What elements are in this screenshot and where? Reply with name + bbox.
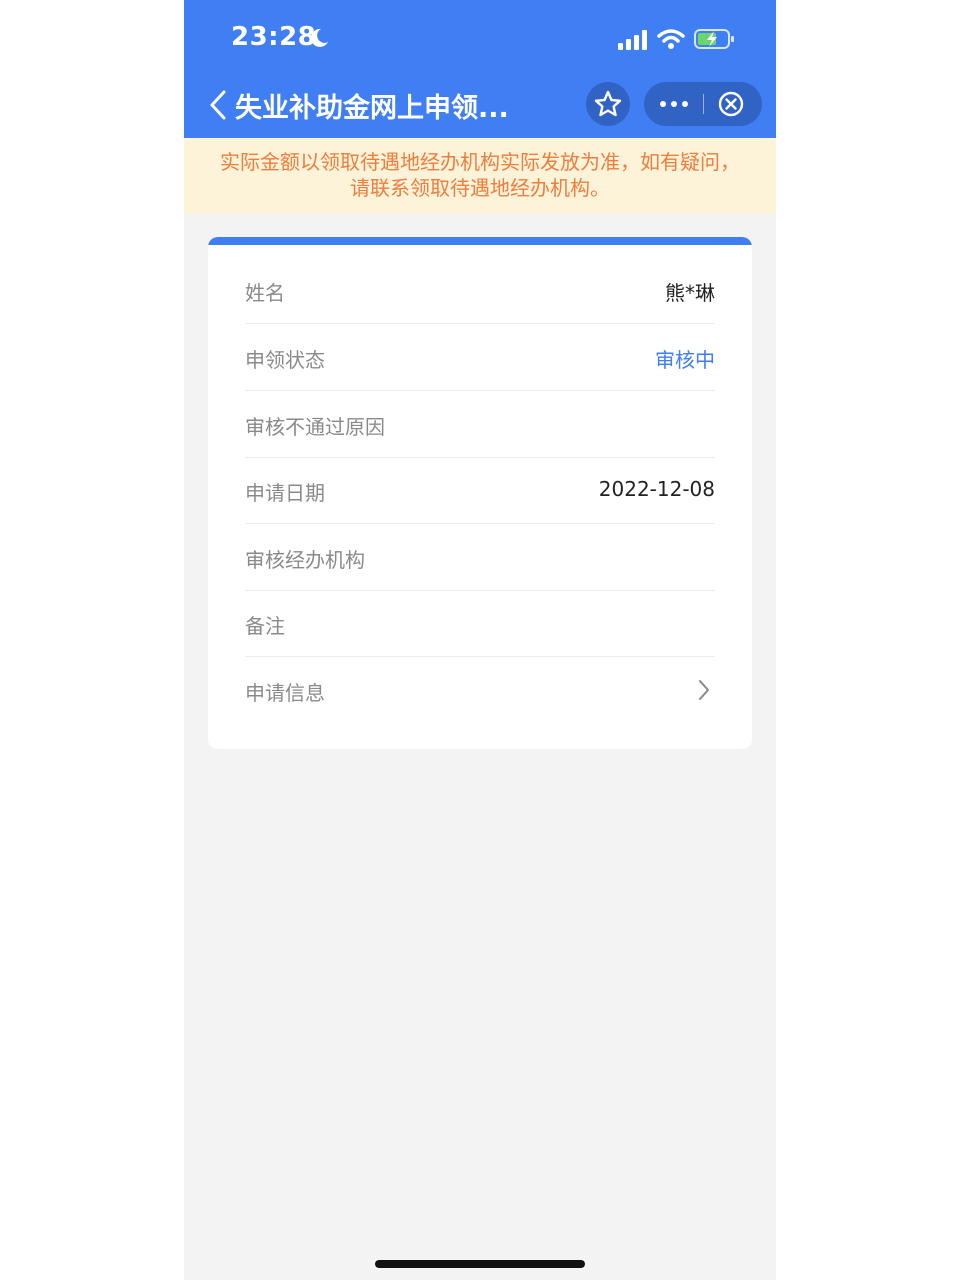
notice-banner: 实际金额以领取待遇地经办机构实际发放为准，如有疑问， 请联系领取待遇地经办机构。 xyxy=(184,138,776,214)
chevron-right-icon xyxy=(699,680,709,700)
row-name: 姓名 熊*琳 xyxy=(245,257,715,324)
notice-line-2: 请联系领取待遇地经办机构。 xyxy=(350,176,610,200)
row-apply-info[interactable]: 申请信息 xyxy=(245,657,715,723)
row-review-agency: 审核经办机构 xyxy=(245,524,715,591)
row-label: 备注 xyxy=(245,614,285,638)
moon-icon xyxy=(310,28,328,47)
row-label: 申请日期 xyxy=(245,481,325,505)
more-icon xyxy=(660,101,688,107)
page-title: 失业补助金网上申领... xyxy=(235,93,509,124)
close-button[interactable] xyxy=(704,82,762,126)
row-status: 申领状态 审核中 xyxy=(245,324,715,391)
close-icon xyxy=(718,91,744,117)
row-label: 申领状态 xyxy=(245,348,325,372)
status-time: 23:28 xyxy=(231,22,317,52)
favorite-button[interactable] xyxy=(586,82,630,126)
top-bar: 23:28 失业补助金网上申领... xyxy=(184,0,776,138)
star-icon xyxy=(594,90,622,117)
phone-screen: 23:28 失业补助金网上申领... 实际金额以领取待遇地经办机构实际发放为准，… xyxy=(184,0,776,1280)
mini-program-capsule xyxy=(644,82,762,126)
signal-icon xyxy=(618,30,647,50)
home-indicator xyxy=(375,1260,585,1268)
row-reject-reason: 审核不通过原因 xyxy=(245,391,715,458)
row-apply-date: 申请日期 2022-12-08 xyxy=(245,457,715,524)
application-detail-card: 姓名 熊*琳 申领状态 审核中 审核不通过原因 申请日期 2022-12-08 … xyxy=(208,237,752,749)
row-value: 熊*琳 xyxy=(665,281,715,305)
row-label: 姓名 xyxy=(245,281,285,305)
row-remark: 备注 xyxy=(245,590,715,657)
more-button[interactable] xyxy=(644,82,702,126)
row-label: 申请信息 xyxy=(245,681,325,705)
row-label: 审核经办机构 xyxy=(245,548,365,572)
row-value: 2022-12-08 xyxy=(598,477,715,501)
card-accent-bar xyxy=(208,237,752,245)
notice-line-1: 实际金额以领取待遇地经办机构实际发放为准，如有疑问， xyxy=(220,150,740,174)
battery-charging-icon xyxy=(694,29,734,49)
back-icon[interactable] xyxy=(204,86,234,124)
row-label: 审核不通过原因 xyxy=(245,415,385,439)
status-value: 审核中 xyxy=(655,348,715,372)
wifi-icon xyxy=(657,29,685,49)
